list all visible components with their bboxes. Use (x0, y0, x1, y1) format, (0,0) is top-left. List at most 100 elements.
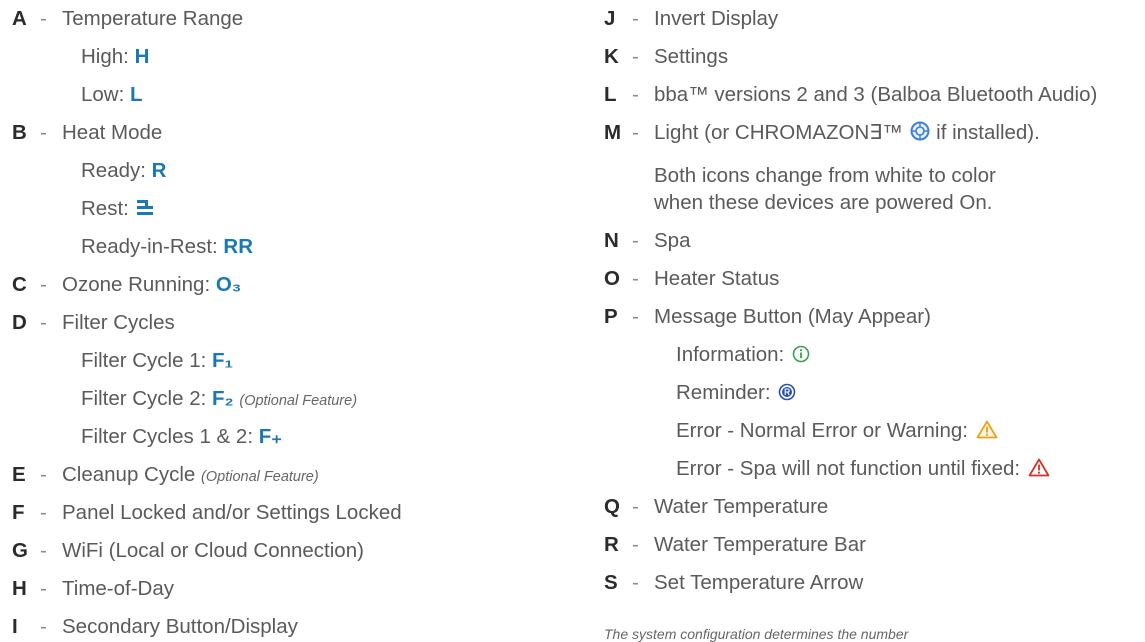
sub-item-rest: Rest: (81, 196, 153, 222)
chromazone-icon (910, 121, 930, 141)
sub-item-ready: Ready: R (81, 158, 166, 184)
error-icon (1028, 458, 1050, 477)
item-m-note-line-2: when these devices are powered On. (654, 191, 993, 214)
sub-item-label: Error - Spa will not function until fixe… (676, 457, 1021, 480)
item-dash: - (632, 571, 639, 594)
item-letter: B (12, 121, 27, 144)
sub-item-label: Information: (676, 343, 785, 366)
sub-item-label: Low: (81, 83, 125, 106)
item-dash: - (40, 273, 47, 296)
ozone-symbol: O₃ (215, 273, 242, 296)
item-dash: - (632, 83, 639, 106)
item-text: WiFi (Local or Cloud Connection) (62, 539, 364, 562)
item-dash: - (632, 305, 639, 328)
item-dash: - (40, 7, 47, 30)
item-text: Time-of-Day (62, 577, 174, 600)
item-letter: A (12, 7, 27, 30)
sub-item-ready-in-rest: Ready-in-Rest: RR (81, 234, 253, 260)
item-letter: L (604, 83, 617, 106)
item-text: Panel Locked and/or Settings Locked (62, 501, 402, 524)
item-letter: H (12, 577, 27, 600)
sub-item-reminder: Reminder: (676, 380, 796, 406)
sub-item-label: Ready: (81, 159, 146, 182)
item-letter: O (604, 267, 620, 290)
item-letter: J (604, 7, 616, 30)
item-dash: - (40, 615, 47, 638)
item-dash: - (632, 45, 639, 68)
item-dash: - (632, 267, 639, 290)
sub-item-label: Filter Cycle 2: (81, 387, 207, 410)
sub-item-label: High: (81, 45, 129, 68)
item-text: Water Temperature Bar (654, 533, 866, 556)
item-letter: D (12, 311, 27, 334)
item-dash: - (40, 121, 47, 144)
item-dash: - (632, 495, 639, 518)
item-dash: - (632, 7, 639, 30)
item-text: Heater Status (654, 267, 780, 290)
item-dash: - (632, 121, 639, 144)
item-text: Heat Mode (62, 121, 163, 144)
sub-item-low: Low: L (81, 82, 143, 108)
item-dash: - (632, 533, 639, 556)
sub-item-label: Filter Cycle 1: (81, 349, 207, 372)
item-letter: S (604, 571, 618, 594)
item-letter: N (604, 229, 619, 252)
sub-item-high: High: H (81, 44, 149, 70)
item-text: Light (or CHROMAZON∃™ (654, 121, 903, 144)
item-text: Spa (654, 229, 691, 252)
reminder-icon (778, 383, 796, 401)
optional-feature-note: (Optional Feature) (239, 393, 358, 409)
sub-item-filter-both: Filter Cycles 1 & 2: F₊ (81, 424, 282, 450)
ready-in-rest-symbol: RR (223, 235, 254, 258)
item-letter: G (12, 539, 28, 562)
warning-icon (976, 420, 998, 439)
item-dash: - (40, 311, 47, 334)
item-text: Invert Display (654, 7, 779, 30)
item-text: Secondary Button/Display (62, 615, 298, 638)
item-letter: E (12, 463, 26, 486)
sub-item-label: Rest: (81, 197, 129, 220)
sub-item-information: Information: (676, 342, 810, 368)
item-text: bba™ versions 2 and 3 (Balboa Bluetooth … (654, 83, 1098, 106)
ready-symbol: R (151, 159, 167, 182)
item-letter: P (604, 305, 618, 328)
optional-feature-note: (Optional Feature) (201, 469, 319, 485)
item-letter: R (604, 533, 619, 556)
sub-item-filter-2: Filter Cycle 2: F₂ (Optional Feature) (81, 386, 357, 414)
item-dash: - (40, 463, 47, 486)
sub-item-critical-error: Error - Spa will not function until fixe… (676, 456, 1050, 482)
sub-item-label: Error - Normal Error or Warning: (676, 419, 968, 442)
item-text: Water Temperature (654, 495, 829, 518)
item-letter: I (12, 615, 18, 638)
item-letter: F (12, 501, 25, 524)
sub-item-label: Filter Cycles 1 & 2: (81, 425, 254, 448)
item-text: Cleanup Cycle (62, 463, 196, 486)
filter-2-symbol: F₂ (212, 387, 234, 410)
sub-item-normal-error: Error - Normal Error or Warning: (676, 418, 998, 444)
rest-mode-icon (136, 200, 153, 216)
sub-item-label: Reminder: (676, 381, 771, 404)
item-text: Settings (654, 45, 729, 68)
item-letter: C (12, 273, 27, 296)
item-text: Temperature Range (62, 7, 244, 30)
item-text: Set Temperature Arrow (654, 571, 864, 594)
item-dash: - (40, 539, 47, 562)
item-dash: - (40, 501, 47, 524)
sub-item-filter-1: Filter Cycle 1: F₁ (81, 348, 233, 374)
item-letter: K (604, 45, 619, 68)
item-text: Ozone Running: (62, 273, 211, 296)
low-symbol: L (130, 83, 143, 106)
footer-note: The system configuration determines the … (604, 626, 909, 642)
item-letter: Q (604, 495, 620, 518)
item-text: Filter Cycles (62, 311, 175, 334)
filter-1-symbol: F₁ (212, 349, 234, 372)
item-text-after: if installed). (936, 121, 1040, 144)
item-letter: M (604, 121, 622, 144)
item-dash: - (632, 229, 639, 252)
high-symbol: H (134, 45, 150, 68)
filter-both-symbol: F₊ (258, 425, 283, 448)
item-dash: - (40, 577, 47, 600)
sub-item-label: Ready-in-Rest: (81, 235, 218, 258)
item-m-note-line-1: Both icons change from white to color (654, 164, 996, 187)
info-icon (792, 345, 810, 363)
